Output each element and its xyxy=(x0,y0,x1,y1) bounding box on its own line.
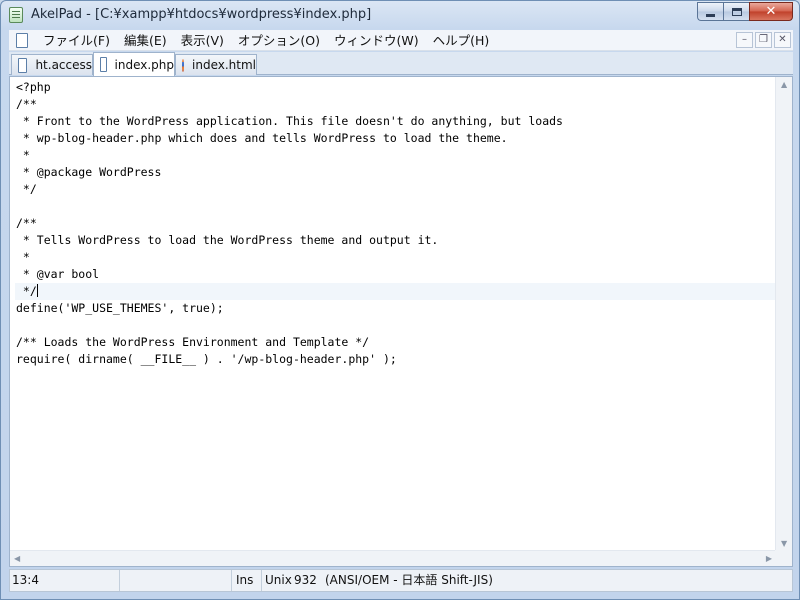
code-line: * @var bool xyxy=(16,267,100,281)
horizontal-scrollbar[interactable]: ◀ ▶ xyxy=(10,550,776,566)
code-line: /** xyxy=(16,97,37,111)
title-bar[interactable]: AkelPad - [C:¥xampp¥htdocs¥wordpress¥ind… xyxy=(1,1,799,29)
window-title: AkelPad - [C:¥xampp¥htdocs¥wordpress¥ind… xyxy=(31,7,372,22)
close-button[interactable]: ✕ xyxy=(749,2,793,21)
text-caret xyxy=(36,284,38,297)
cursor-position: 13:4 xyxy=(10,570,120,591)
current-code-line: */ xyxy=(15,283,775,300)
newline-format[interactable]: Unix xyxy=(262,570,292,591)
maximize-button[interactable] xyxy=(723,2,749,21)
restore-icon: ❐ xyxy=(759,34,768,45)
menu-options[interactable]: オプション(O) xyxy=(231,30,327,51)
minimize-button[interactable] xyxy=(697,2,723,21)
scroll-down-arrow-icon[interactable]: ▼ xyxy=(781,539,787,548)
insert-mode[interactable]: Ins xyxy=(232,570,262,591)
document-icon xyxy=(18,57,28,73)
scrollbar-corner xyxy=(775,550,792,566)
menu-bar: ファイル(F) 編集(E) 表示(V) オプション(O) ウィンドウ(W) ヘル… xyxy=(9,30,793,51)
minimize-icon: – xyxy=(742,34,747,45)
menu-edit[interactable]: 編集(E) xyxy=(117,30,174,51)
tab-label: index.html xyxy=(192,58,256,72)
code-line: */ xyxy=(16,182,37,196)
tab-index-php[interactable]: index.php xyxy=(93,52,175,76)
scroll-right-arrow-icon[interactable]: ▶ xyxy=(766,554,772,563)
vertical-scrollbar[interactable]: ▲ ▼ xyxy=(775,77,792,551)
code-line: /** Loads the WordPress Environment and … xyxy=(16,335,370,349)
code-line-text: */ xyxy=(16,284,37,298)
tab-label: index.php xyxy=(114,57,174,72)
code-editor[interactable]: <?php /** * Front to the WordPress appli… xyxy=(9,76,793,567)
document-menu-icon[interactable] xyxy=(16,32,28,48)
minimize-icon xyxy=(706,13,715,17)
document-icon xyxy=(100,57,107,72)
mdi-minimize-button[interactable]: – xyxy=(736,32,753,48)
codepage[interactable]: 932 xyxy=(292,570,322,591)
code-line: * xyxy=(16,250,30,264)
code-line: <?php xyxy=(16,80,51,94)
tab-label: ht.access xyxy=(35,58,92,72)
code-area[interactable]: <?php /** * Front to the WordPress appli… xyxy=(15,79,775,368)
tab-htaccess[interactable]: ht.access xyxy=(11,54,93,75)
menu-file[interactable]: ファイル(F) xyxy=(36,30,117,51)
code-line: * Tells WordPress to load the WordPress … xyxy=(16,233,439,247)
maximize-icon xyxy=(731,7,742,16)
mdi-buttons: – ❐ ✕ xyxy=(736,32,791,48)
caption-buttons: ✕ xyxy=(697,2,793,22)
app-window: AkelPad - [C:¥xampp¥htdocs¥wordpress¥ind… xyxy=(0,0,800,600)
status-bar: 13:4 Ins Unix 932 (ANSI/OEM - 日本語 Shift-… xyxy=(9,569,793,592)
code-line: * wp-blog-header.php which does and tell… xyxy=(16,131,508,145)
code-line: * @package WordPress xyxy=(16,165,162,179)
menu-help[interactable]: ヘルプ(H) xyxy=(426,30,497,51)
akelpad-app-icon[interactable] xyxy=(9,7,23,23)
mdi-restore-button[interactable]: ❐ xyxy=(755,32,772,48)
firefox-icon xyxy=(182,58,185,72)
mdi-close-button[interactable]: ✕ xyxy=(774,32,791,48)
code-line: define('WP_USE_THEMES', true); xyxy=(16,301,224,315)
encoding[interactable]: (ANSI/OEM - 日本語 Shift-JIS) xyxy=(322,570,622,591)
code-line: /** xyxy=(16,216,37,230)
scroll-up-arrow-icon[interactable]: ▲ xyxy=(781,80,787,89)
menu-view[interactable]: 表示(V) xyxy=(174,30,231,51)
close-icon: ✕ xyxy=(765,4,777,19)
code-line: * xyxy=(16,148,30,162)
scroll-left-arrow-icon[interactable]: ◀ xyxy=(14,554,20,563)
code-line: * Front to the WordPress application. Th… xyxy=(16,114,563,128)
status-empty-cell xyxy=(120,570,232,591)
menu-window[interactable]: ウィンドウ(W) xyxy=(327,30,426,51)
code-line: require( dirname( __FILE__ ) . '/wp-blog… xyxy=(16,352,397,366)
tab-index-html[interactable]: index.html xyxy=(175,54,257,75)
tab-bar: ht.access index.php index.html xyxy=(9,52,793,76)
close-icon: ✕ xyxy=(778,34,787,45)
